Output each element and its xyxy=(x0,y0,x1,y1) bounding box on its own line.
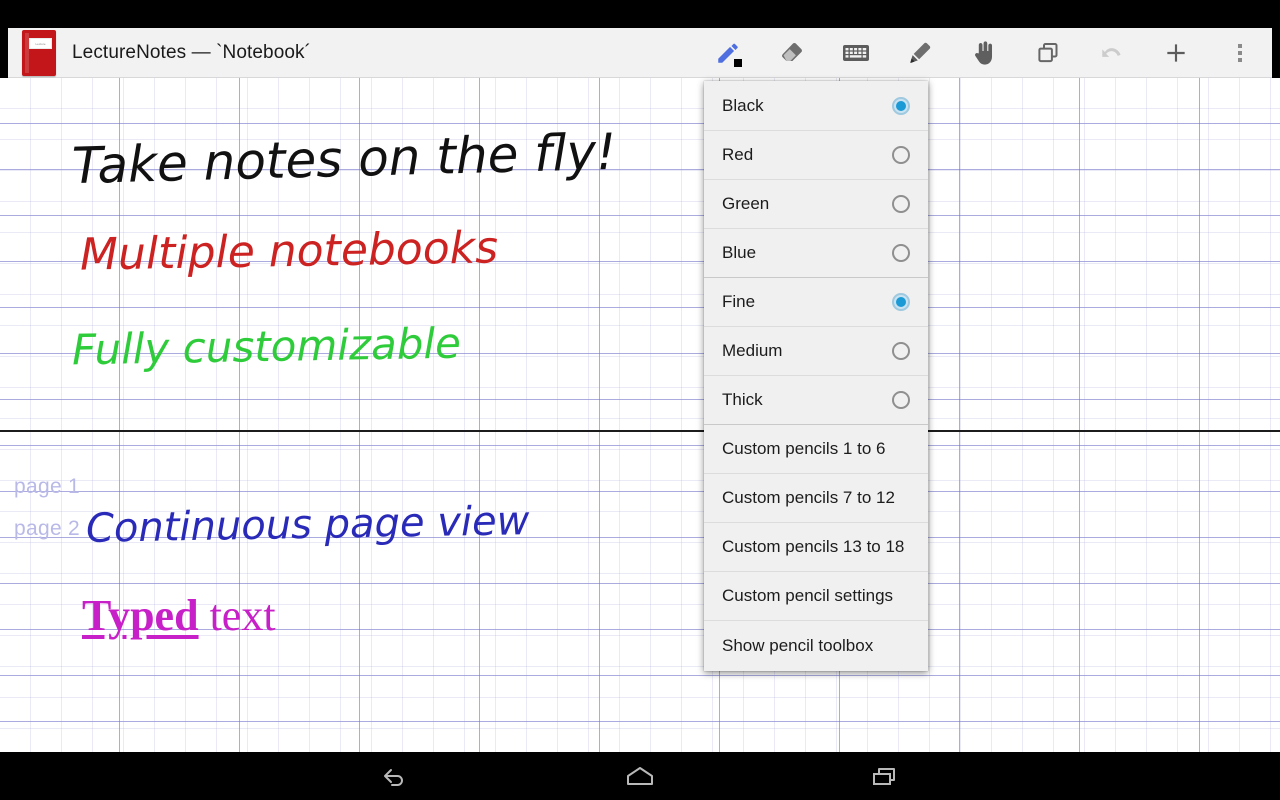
menu-item-label: Show pencil toolbox xyxy=(722,636,910,656)
layers-tool-button[interactable] xyxy=(1016,28,1080,78)
note-canvas[interactable]: page 1 page 2 Take notes on the fly! Mul… xyxy=(0,78,1280,752)
menu-item-label: Black xyxy=(722,96,892,116)
radio-medium[interactable] xyxy=(892,342,910,360)
marker-tool-button[interactable] xyxy=(888,28,952,78)
add-tool-button[interactable] xyxy=(1144,28,1208,78)
menu-item-label: Custom pencil settings xyxy=(722,586,910,606)
menu-item-fine[interactable]: Fine xyxy=(704,278,928,327)
menu-item-label: Green xyxy=(722,194,892,214)
menu-item-custom-pencils-1-6[interactable]: Custom pencils 1 to 6 xyxy=(704,425,928,474)
menu-item-label: Fine xyxy=(722,292,892,312)
pencil-color-swatch xyxy=(734,59,742,67)
handwriting-note-4: Continuous page view xyxy=(86,498,530,552)
radio-green[interactable] xyxy=(892,195,910,213)
back-button[interactable] xyxy=(366,756,422,796)
typed-text-plain: text xyxy=(199,591,276,640)
menu-item-blue[interactable]: Blue xyxy=(704,229,928,278)
handwriting-note-1: Take notes on the fly! xyxy=(71,123,617,195)
pencil-tool-button[interactable] xyxy=(696,28,760,78)
toolbar xyxy=(696,28,1272,78)
recents-button[interactable] xyxy=(858,756,914,796)
page-2-label: page 2 xyxy=(14,517,80,541)
menu-item-custom-pencil-settings[interactable]: Custom pencil settings xyxy=(704,572,928,621)
overflow-dots-icon xyxy=(1238,44,1242,62)
keyboard-tool-button[interactable] xyxy=(824,28,888,78)
app-root: Lecture LectureNotes — `Notebook´ xyxy=(0,0,1280,800)
menu-item-custom-pencils-13-18[interactable]: Custom pencils 13 to 18 xyxy=(704,523,928,572)
pencil-options-menu[interactable]: Black Red Green Blue Fine Medium Thick xyxy=(704,81,928,671)
notebook-icon: Lecture xyxy=(22,30,56,76)
menu-item-label: Medium xyxy=(722,341,892,361)
typed-text-bold: Typed xyxy=(82,591,199,640)
home-button[interactable] xyxy=(612,756,668,796)
hand-tool-button[interactable] xyxy=(952,28,1016,78)
page-separator xyxy=(0,430,1280,432)
menu-item-label: Custom pencils 1 to 6 xyxy=(722,439,910,459)
menu-item-medium[interactable]: Medium xyxy=(704,327,928,376)
menu-item-label: Red xyxy=(722,145,892,165)
menu-item-label: Custom pencils 7 to 12 xyxy=(722,488,910,508)
notebook-icon-label: Lecture xyxy=(29,38,52,49)
typed-text-object[interactable]: Typed text xyxy=(82,590,276,641)
page-1-label: page 1 xyxy=(14,475,80,499)
page-title: LectureNotes — `Notebook´ xyxy=(72,42,311,64)
radio-red[interactable] xyxy=(892,146,910,164)
overflow-menu-button[interactable] xyxy=(1208,28,1272,78)
eraser-tool-button[interactable] xyxy=(760,28,824,78)
menu-item-label: Custom pencils 13 to 18 xyxy=(722,537,910,557)
radio-thick[interactable] xyxy=(892,391,910,409)
handwriting-note-3: Fully customizable xyxy=(72,319,462,375)
android-nav-bar xyxy=(0,752,1280,800)
menu-item-custom-pencils-7-12[interactable]: Custom pencils 7 to 12 xyxy=(704,474,928,523)
radio-blue[interactable] xyxy=(892,244,910,262)
title-bar: Lecture LectureNotes — `Notebook´ xyxy=(8,28,1272,78)
menu-item-red[interactable]: Red xyxy=(704,131,928,180)
undo-tool-button[interactable] xyxy=(1080,28,1144,78)
menu-item-show-pencil-toolbox[interactable]: Show pencil toolbox xyxy=(704,621,928,670)
menu-item-green[interactable]: Green xyxy=(704,180,928,229)
menu-item-black[interactable]: Black xyxy=(704,82,928,131)
menu-item-label: Blue xyxy=(722,243,892,263)
menu-item-label: Thick xyxy=(722,390,892,410)
radio-black[interactable] xyxy=(892,97,910,115)
radio-fine[interactable] xyxy=(892,293,910,311)
menu-item-thick[interactable]: Thick xyxy=(704,376,928,425)
handwriting-note-2: Multiple notebooks xyxy=(80,222,499,280)
